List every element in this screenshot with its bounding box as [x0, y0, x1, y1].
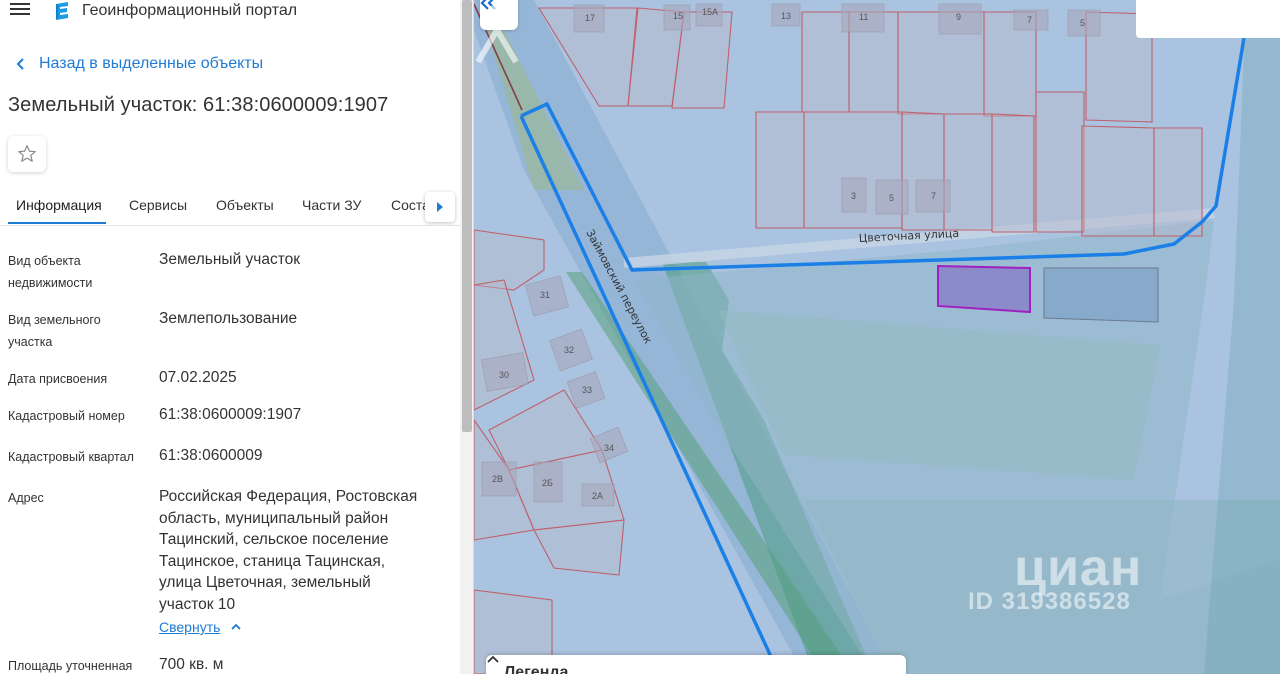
selected-parcel: [937, 264, 1031, 314]
svg-text:7: 7: [931, 191, 936, 201]
chevron-left-icon: [16, 58, 24, 70]
svg-text:5: 5: [889, 193, 894, 203]
tab-information[interactable]: Информация: [16, 197, 102, 213]
field-value-area: 700 кв. м: [159, 656, 224, 673]
map-toolbar-box[interactable]: [1136, 0, 1280, 38]
favorite-button[interactable]: [8, 136, 46, 172]
tab-objects[interactable]: Объекты: [216, 197, 274, 213]
field-value-object-type: Земельный участок: [159, 251, 301, 268]
svg-text:2Б: 2Б: [542, 478, 553, 488]
svg-text:15: 15: [673, 11, 683, 21]
field-value-cadastral-number: 61:38:0600009:1907: [159, 406, 302, 423]
tab-parcel-parts[interactable]: Части ЗУ: [302, 197, 361, 213]
top-bar: Геоинформационный портал: [0, 0, 460, 24]
svg-text:2В: 2В: [492, 474, 503, 484]
tab-services[interactable]: Сервисы: [129, 197, 187, 213]
field-label-cadastral-number: Кадастровый номер: [8, 409, 125, 423]
legend-panel[interactable]: Легенда: [486, 655, 906, 674]
field-value-assignment-date: 07.02.2025: [159, 369, 237, 386]
watermark-id: ID 319386528: [968, 588, 1131, 615]
svg-text:5: 5: [1080, 18, 1085, 28]
caret-right-icon: [437, 202, 443, 212]
active-tab-indicator: [8, 222, 106, 224]
svg-text:34: 34: [604, 443, 614, 453]
field-value-cadastral-quarter: 61:38:0600009: [159, 447, 263, 464]
portal-logo-icon: [56, 2, 68, 20]
svg-text:9: 9: [956, 12, 961, 22]
svg-text:2А: 2А: [592, 491, 603, 501]
field-label-area: Площадь уточненная: [8, 659, 133, 673]
svg-text:31: 31: [540, 290, 550, 300]
svg-text:33: 33: [582, 385, 592, 395]
field-label-parcel-type: Вид земельного участка: [8, 313, 101, 349]
back-link-label: Назад в выделенные объекты: [39, 55, 264, 72]
scrollbar-thumb[interactable]: [462, 0, 472, 432]
object-title: Земельный участок: 61:38:0600009:1907: [8, 94, 389, 116]
svg-text:30: 30: [499, 370, 509, 380]
svg-text:13: 13: [781, 11, 791, 21]
field-label-address: Адрес: [8, 491, 44, 505]
cian-watermark-icon: [475, 4, 519, 64]
field-value-address: Российская Федерация, Ростовская область…: [159, 488, 418, 613]
field-value-parcel-type: Землепользование: [159, 310, 298, 327]
map-view[interactable]: Цветочная улица Займовский переулок 17 1…: [474, 0, 1280, 674]
portal-title: Геоинформационный портал: [82, 2, 298, 19]
svg-text:32: 32: [564, 345, 574, 355]
legend-label: Легенда: [504, 664, 569, 674]
tab-bar: Информация Сервисы Объекты Части ЗУ Сост…: [0, 186, 460, 226]
collapse-address-link[interactable]: Свернуть: [159, 619, 242, 635]
field-label-assignment-date: Дата присвоения: [8, 372, 108, 386]
svg-text:3: 3: [851, 191, 856, 201]
chevron-up-icon[interactable]: [486, 655, 500, 664]
tabs-scroll-right-button[interactable]: [425, 192, 455, 222]
back-to-selected-link[interactable]: Назад в выделенные объекты: [14, 55, 263, 73]
svg-text:7: 7: [1027, 15, 1032, 25]
chevron-up-icon: [231, 623, 242, 630]
star-icon: [18, 145, 36, 162]
menu-icon[interactable]: [10, 3, 30, 19]
field-label-cadastral-quarter: Кадастровый квартал: [8, 450, 134, 464]
collapse-link-label: Свернуть: [159, 619, 221, 635]
svg-text:15А: 15А: [702, 7, 718, 17]
svg-text:11: 11: [859, 12, 868, 22]
panel-scrollbar[interactable]: [460, 0, 473, 674]
svg-text:17: 17: [585, 13, 595, 23]
field-label-object-type: Вид объекта недвижимости: [8, 254, 93, 290]
map-canvas[interactable]: Цветочная улица Займовский переулок 17 1…: [474, 0, 1280, 674]
info-panel: Геоинформационный портал Назад в выделен…: [0, 0, 474, 674]
